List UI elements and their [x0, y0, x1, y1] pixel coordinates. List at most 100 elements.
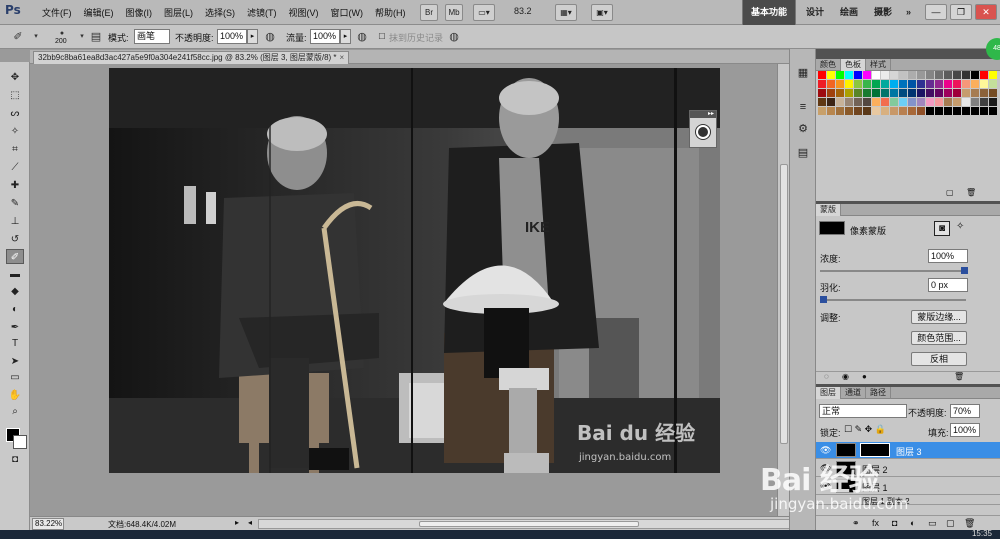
swatch[interactable] — [881, 80, 889, 88]
swatch[interactable] — [899, 80, 907, 88]
swatch[interactable] — [980, 80, 988, 88]
blend-mode-select[interactable]: 正常 — [819, 404, 907, 418]
menu-filter[interactable]: 滤镜(T) — [241, 6, 283, 19]
lasso-tool-icon[interactable]: ᔕ — [6, 106, 24, 121]
swatch[interactable] — [872, 71, 880, 79]
hand-tool-icon[interactable]: ✋ — [6, 388, 24, 403]
menu-image[interactable]: 图像(I) — [120, 6, 159, 19]
workspace-photography[interactable]: 摄影 — [874, 0, 892, 25]
tab-swatches[interactable]: 色板 — [841, 59, 866, 71]
swatch[interactable] — [872, 107, 880, 115]
tool-preset-dropdown-icon[interactable]: ▾ — [28, 29, 44, 45]
swatch[interactable] — [944, 71, 952, 79]
swatch[interactable] — [854, 98, 862, 106]
feather-slider-knob[interactable] — [820, 296, 827, 303]
density-slider-track[interactable] — [820, 270, 966, 272]
vector-mask-icon[interactable]: ✧ — [956, 221, 964, 232]
density-slider-knob[interactable] — [961, 267, 968, 274]
swatch[interactable] — [863, 107, 871, 115]
swatch[interactable] — [845, 98, 853, 106]
swatch[interactable] — [989, 80, 997, 88]
swatch[interactable] — [962, 71, 970, 79]
swatch[interactable] — [989, 71, 997, 79]
swatch[interactable] — [926, 89, 934, 97]
workspace-more[interactable]: » — [906, 0, 911, 25]
swatch[interactable] — [926, 80, 934, 88]
swatch[interactable] — [872, 98, 880, 106]
feather-field[interactable]: 0 px — [928, 278, 968, 292]
swatch[interactable] — [989, 89, 997, 97]
swatch[interactable] — [971, 89, 979, 97]
swatch[interactable] — [908, 89, 916, 97]
document-photo[interactable]: IKE Bai du 经验 jingyan.baidu.com — [109, 68, 720, 473]
delete-layer-icon[interactable]: 🗑 — [964, 518, 975, 529]
delete-swatch-icon[interactable]: 🗑 — [966, 188, 976, 197]
opacity-dropdown-icon[interactable]: ▸ — [247, 29, 258, 44]
color-range-button[interactable]: 颜色范围... — [911, 331, 967, 345]
mini-bridge-icon[interactable]: ▦ — [795, 65, 811, 81]
menu-edit[interactable]: 编辑(E) — [78, 6, 120, 19]
clone-stamp-icon[interactable]: ⊥ — [6, 214, 24, 229]
swatch[interactable] — [845, 71, 853, 79]
swatch[interactable] — [917, 107, 925, 115]
swatch[interactable] — [899, 89, 907, 97]
lock-icons[interactable]: ☐ ✎ ✥ 🔒 — [844, 424, 886, 435]
history-icon[interactable]: ▤ — [795, 145, 811, 161]
swatch[interactable] — [854, 107, 862, 115]
swatch-grid[interactable] — [818, 71, 998, 116]
tab-paths[interactable]: 路径 — [866, 387, 891, 399]
pen-tool-icon[interactable]: ✒ — [6, 320, 24, 335]
swatch[interactable] — [881, 71, 889, 79]
eyedropper-icon[interactable]: ⟋ — [6, 160, 24, 175]
swatch[interactable] — [962, 107, 970, 115]
mask-adjustment-icon[interactable] — [696, 125, 710, 139]
eraser-tool-icon[interactable]: ✐ — [6, 249, 24, 264]
tab-styles[interactable]: 样式 — [866, 59, 891, 71]
tab-masks[interactable]: 蒙版 — [816, 204, 841, 216]
swatch[interactable] — [953, 71, 961, 79]
swatch[interactable] — [854, 80, 862, 88]
styles-icon[interactable]: ⚙ — [795, 121, 811, 137]
swatch[interactable] — [845, 80, 853, 88]
menu-file[interactable]: 文件(F) — [36, 6, 78, 19]
brush-panel-icon[interactable]: ▤ — [88, 29, 104, 45]
tab-color[interactable]: 颜色 — [816, 59, 841, 71]
swatch[interactable] — [980, 71, 988, 79]
swatch[interactable] — [935, 107, 943, 115]
fill-field[interactable]: 100% — [950, 423, 980, 437]
menu-select[interactable]: 选择(S) — [199, 6, 241, 19]
layer-opacity-field[interactable]: 70% — [950, 404, 980, 418]
vertical-scroll-thumb[interactable] — [780, 164, 788, 444]
history-checkbox[interactable]: ☐ — [374, 29, 390, 45]
eraser-tool-icon[interactable]: ✐ — [10, 29, 26, 45]
mini-bridge-button[interactable]: Mb — [445, 4, 463, 21]
invert-button[interactable]: 反相 — [911, 352, 967, 366]
swatch[interactable] — [872, 89, 880, 97]
swatch[interactable] — [881, 98, 889, 106]
document-tab[interactable]: 32bb9c8ba61ea8d3ac427a5e9f0a304e241f58cc… — [33, 51, 350, 64]
menu-layer[interactable]: 图层(L) — [158, 6, 199, 19]
crop-tool-icon[interactable]: ⌗ — [6, 142, 24, 157]
tab-channels[interactable]: 通道 — [841, 387, 866, 399]
swatch[interactable] — [836, 71, 844, 79]
zoom-level[interactable]: 83.2 — [514, 6, 532, 16]
quick-mask-icon[interactable]: ◘ — [6, 452, 24, 467]
swatch[interactable] — [827, 80, 835, 88]
swatch[interactable] — [944, 107, 952, 115]
swatch[interactable] — [935, 89, 943, 97]
swatch[interactable] — [908, 71, 916, 79]
load-selection-icon[interactable]: ◌ — [824, 372, 829, 381]
swatch[interactable] — [854, 89, 862, 97]
swatch[interactable] — [818, 107, 826, 115]
swatch[interactable] — [863, 89, 871, 97]
swatch[interactable] — [944, 80, 952, 88]
magic-wand-icon[interactable]: ✧ — [6, 124, 24, 139]
blur-tool-icon[interactable]: ◆ — [6, 284, 24, 299]
swatch[interactable] — [899, 107, 907, 115]
history-brush-icon[interactable]: ↺ — [6, 232, 24, 247]
swatch[interactable] — [845, 89, 853, 97]
swatch[interactable] — [818, 89, 826, 97]
adjustments-icon[interactable]: ≡ — [795, 99, 811, 115]
swatch[interactable] — [971, 107, 979, 115]
screen-mode-button[interactable]: ▣▾ — [591, 4, 613, 21]
